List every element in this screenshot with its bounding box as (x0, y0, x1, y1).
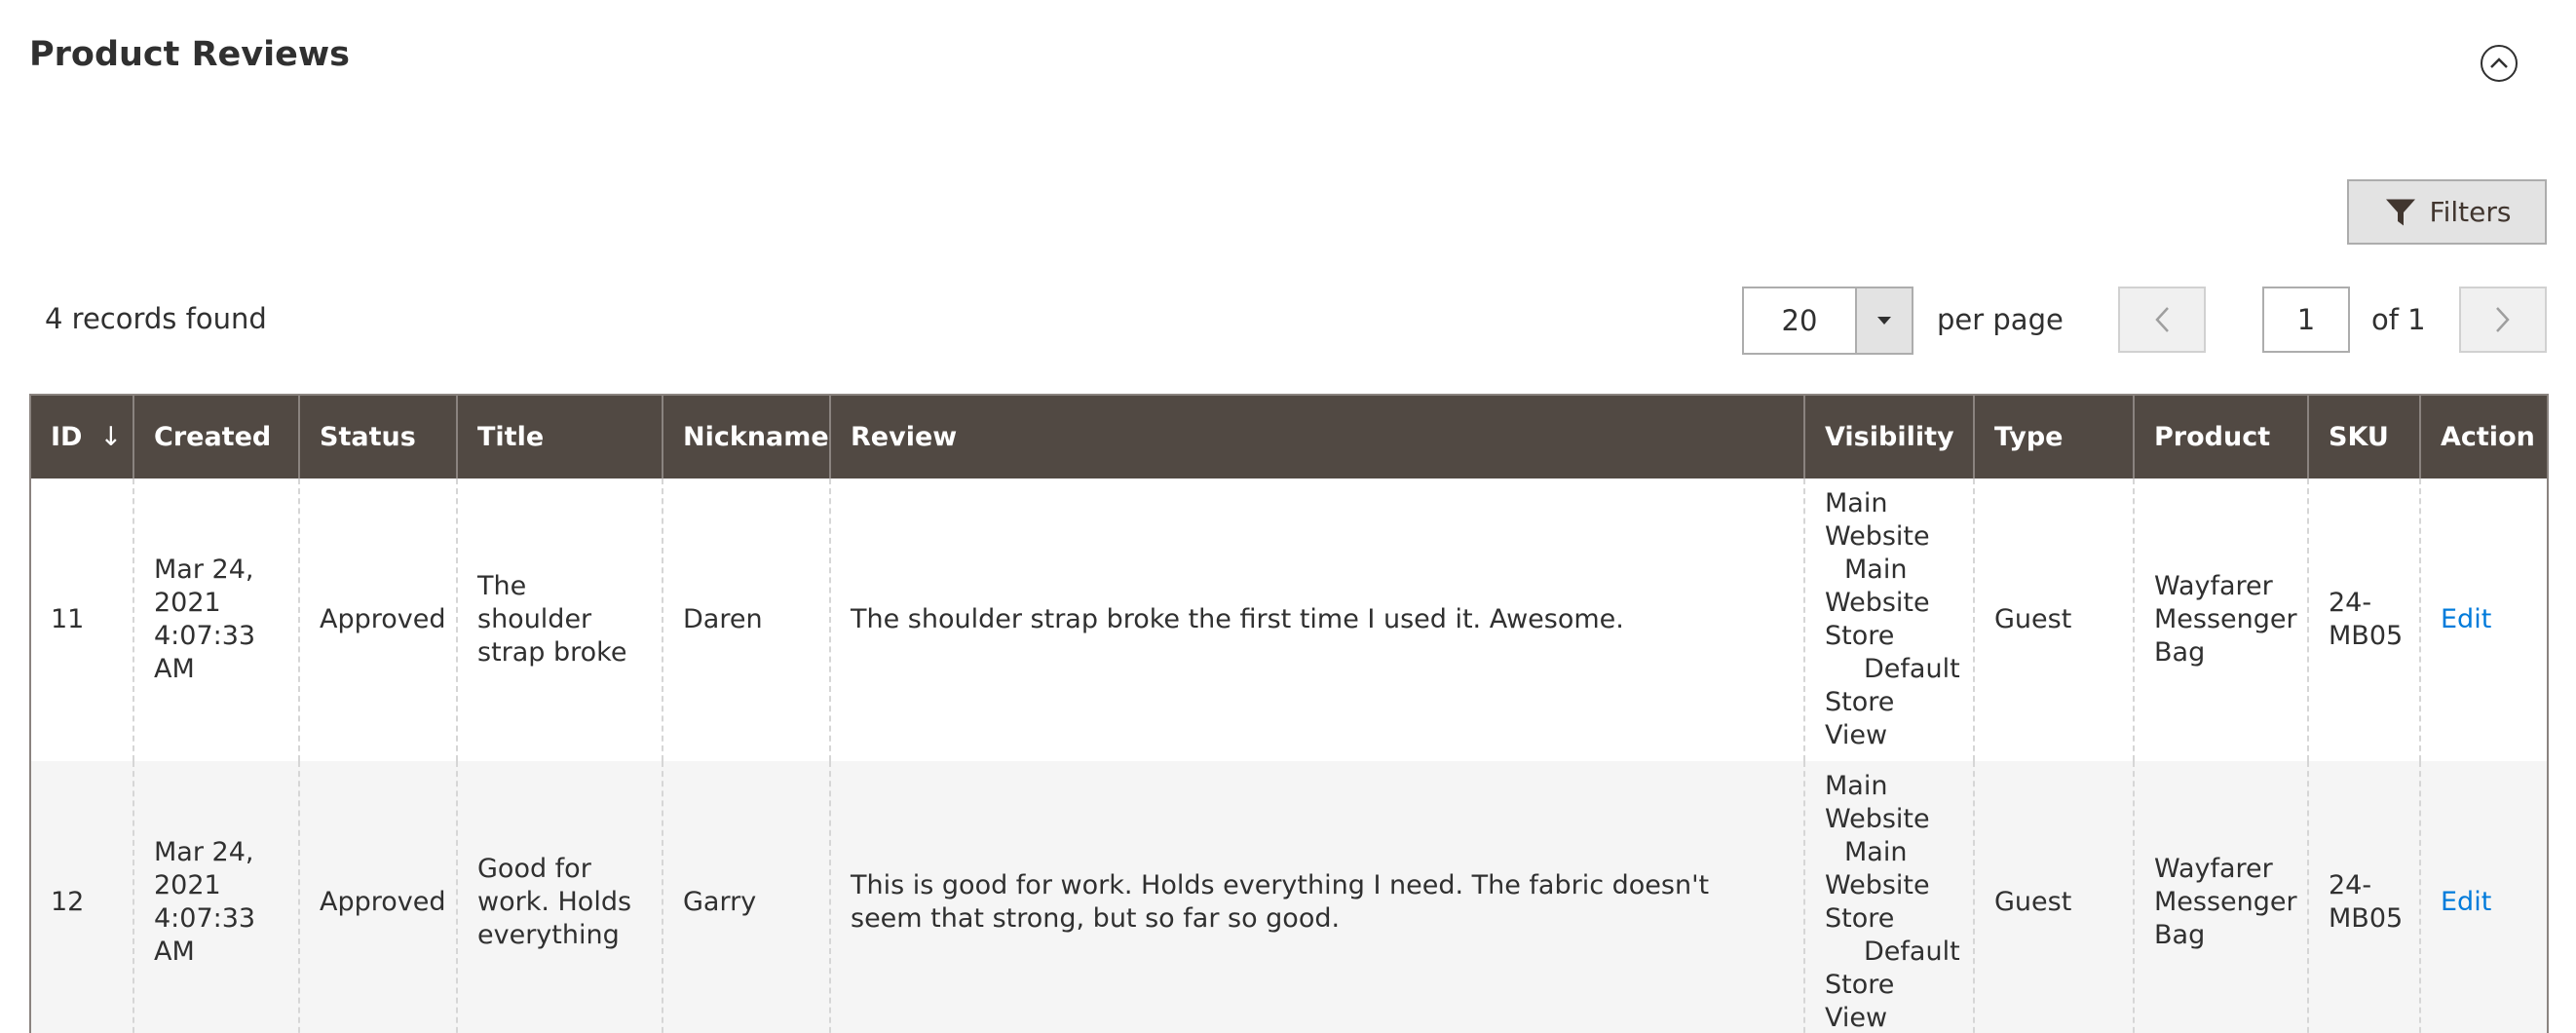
product-reviews-page: Product Reviews Filters 4 records found … (0, 0, 2576, 1033)
cell-sku: 24-MB05 (2307, 478, 2421, 761)
column-header-created[interactable]: Created (133, 395, 300, 478)
funnel-icon (2385, 199, 2415, 225)
cell-visibility: Main Website Main Website Store Default … (1803, 761, 1975, 1033)
cell-title: Good for work. Holds everything (456, 761, 663, 1033)
column-header-type[interactable]: Type (1973, 395, 2135, 478)
edit-link[interactable]: Edit (2441, 604, 2491, 634)
cell-status: Approved (298, 478, 458, 761)
cell-created: Mar 24, 2021 4:07:33 AM (133, 761, 300, 1033)
next-page-button[interactable] (2459, 287, 2547, 353)
column-header-id[interactable]: ID ↓ (29, 395, 134, 478)
sort-descending-icon: ↓ (99, 422, 123, 452)
column-header-id-label: ID (51, 422, 83, 452)
grid-header-row: ID ↓ Created Status Title Nickname Review… (29, 395, 2549, 478)
visibility-store: Main Website Store (1825, 555, 1930, 651)
per-page-select[interactable]: 20 (1742, 287, 1913, 355)
cell-review: This is good for work. Holds everything … (829, 761, 1805, 1033)
cell-product: Wayfarer Messenger Bag (2133, 478, 2309, 761)
per-page-value: 20 (1781, 304, 1818, 337)
cell-id: 11 (29, 478, 134, 761)
cell-type: Guest (1973, 761, 2135, 1033)
records-count: 4 records found (45, 302, 267, 335)
reviews-grid: ID ↓ Created Status Title Nickname Review… (29, 394, 2549, 1033)
visibility-store: Main Website Store (1825, 836, 1930, 934)
cell-created: Mar 24, 2021 4:07:33 AM (133, 478, 300, 761)
visibility-store-view: Default Store View (1825, 654, 1960, 750)
column-header-title[interactable]: Title (456, 395, 663, 478)
filters-button-label: Filters (2429, 196, 2512, 228)
column-header-review[interactable]: Review (829, 395, 1805, 478)
table-row[interactable]: 11 Mar 24, 2021 4:07:33 AM Approved The … (29, 478, 2549, 761)
column-header-sku[interactable]: SKU (2307, 395, 2421, 478)
cell-type: Guest (1973, 478, 2135, 761)
current-page-input[interactable] (2262, 287, 2350, 353)
column-header-nickname[interactable]: Nickname (662, 395, 831, 478)
column-header-product[interactable]: Product (2133, 395, 2309, 478)
cell-visibility: Main Website Main Website Store Default … (1803, 478, 1975, 761)
edit-link[interactable]: Edit (2441, 887, 2491, 917)
section-title: Product Reviews (29, 35, 350, 74)
column-header-action: Action (2419, 395, 2549, 478)
visibility-website: Main Website (1825, 488, 1930, 552)
collapse-section-button[interactable] (2481, 45, 2518, 82)
per-page-label: per page (1937, 303, 2064, 336)
visibility-store-view: Default Store View (1825, 936, 1960, 1033)
caret-down-icon (1877, 317, 1891, 325)
cell-id: 12 (29, 761, 134, 1033)
total-pages-label: of 1 (2371, 303, 2426, 336)
cell-action: Edit (2419, 761, 2549, 1033)
chevron-left-icon (2155, 307, 2169, 332)
chevron-up-icon (2490, 57, 2508, 68)
cell-sku: 24-MB05 (2307, 761, 2421, 1033)
previous-page-button[interactable] (2118, 287, 2206, 353)
column-header-visibility[interactable]: Visibility (1803, 395, 1975, 478)
cell-nickname: Garry (662, 761, 831, 1033)
chevron-right-icon (2496, 307, 2510, 332)
visibility-website: Main Website (1825, 770, 1930, 834)
cell-review: The shoulder strap broke the first time … (829, 478, 1805, 761)
per-page-dropdown-toggle[interactable] (1855, 288, 1912, 353)
table-row[interactable]: 12 Mar 24, 2021 4:07:33 AM Approved Good… (29, 761, 2549, 1033)
filters-button[interactable]: Filters (2347, 179, 2547, 245)
column-header-status[interactable]: Status (298, 395, 458, 478)
cell-status: Approved (298, 761, 458, 1033)
cell-action: Edit (2419, 478, 2549, 761)
cell-product: Wayfarer Messenger Bag (2133, 761, 2309, 1033)
cell-title: The shoulder strap broke (456, 478, 663, 761)
cell-nickname: Daren (662, 478, 831, 761)
